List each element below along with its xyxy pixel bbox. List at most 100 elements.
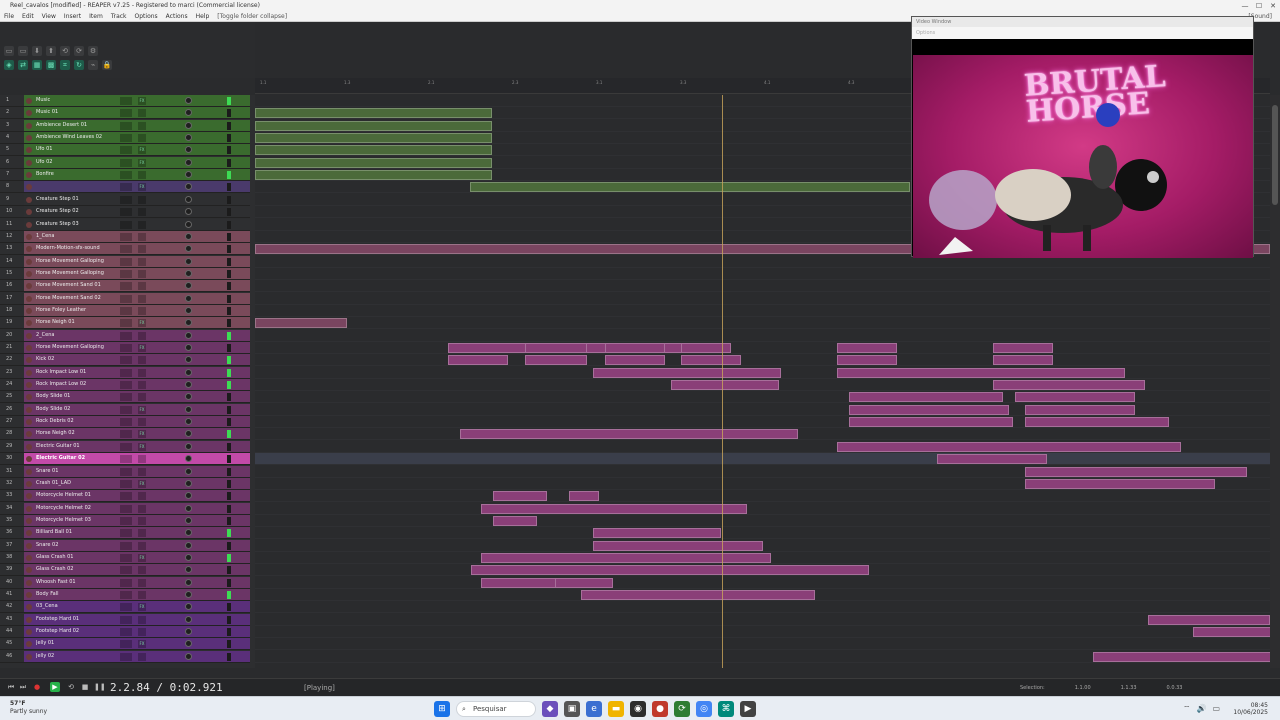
terminal-icon[interactable]: ⌘ xyxy=(718,701,734,717)
media-item[interactable] xyxy=(569,491,599,502)
record-arm-icon[interactable] xyxy=(26,456,32,463)
track-lane[interactable] xyxy=(255,601,1270,614)
track-row[interactable]: 42 03_Cena FX xyxy=(0,601,250,614)
route-button[interactable] xyxy=(120,393,132,402)
media-item[interactable] xyxy=(255,120,492,131)
track-row[interactable]: 16 Horse Movement Sand 01 xyxy=(0,280,250,293)
track-name[interactable]: Electric Guitar 01 xyxy=(36,443,104,449)
track-lane[interactable] xyxy=(255,367,1270,379)
play-button[interactable]: ▶ xyxy=(50,682,60,692)
track-name[interactable]: Rock Debris 02 xyxy=(36,418,104,424)
track-name[interactable]: Rock Impact Low 02 xyxy=(36,381,104,387)
track-lane[interactable] xyxy=(255,305,1270,317)
record-arm-icon[interactable] xyxy=(26,641,32,648)
track-name[interactable]: Jelly 02 xyxy=(36,653,104,659)
route-button[interactable] xyxy=(120,467,132,476)
route-button[interactable] xyxy=(120,109,132,118)
fx-button[interactable] xyxy=(138,467,146,476)
volume-knob[interactable] xyxy=(185,232,192,240)
record-arm-icon[interactable] xyxy=(26,443,32,450)
track-row[interactable]: 30 Electric Guitar 02 xyxy=(0,453,250,466)
record-arm-icon[interactable] xyxy=(26,270,32,277)
track-row[interactable]: 33 Motorcycle Helmet 01 xyxy=(0,490,250,503)
record-arm-icon[interactable] xyxy=(26,246,32,253)
volume-knob[interactable] xyxy=(185,566,192,574)
route-button[interactable] xyxy=(120,257,132,266)
volume-knob[interactable] xyxy=(185,158,192,166)
chrome-icon[interactable]: ◎ xyxy=(696,701,712,717)
track-lane[interactable] xyxy=(255,552,1270,564)
fx-button[interactable] xyxy=(138,578,146,587)
volume-knob[interactable] xyxy=(185,603,192,611)
menu-item[interactable]: File xyxy=(4,12,14,21)
media-item[interactable] xyxy=(605,343,665,353)
volume-knob[interactable] xyxy=(185,146,192,154)
media-item[interactable] xyxy=(671,380,779,391)
selection-start[interactable]: 1.1.00 xyxy=(1075,685,1091,691)
track-row[interactable]: 28 Horse Neigh 02 FX xyxy=(0,428,250,441)
track-row[interactable]: 46 Jelly 02 xyxy=(0,650,250,663)
track-name[interactable]: Glass Crash 01 xyxy=(36,554,104,560)
media-item[interactable] xyxy=(471,565,869,576)
fx-button[interactable]: FX xyxy=(138,405,146,414)
fx-button[interactable] xyxy=(138,356,146,365)
route-button[interactable] xyxy=(120,541,132,550)
record-arm-icon[interactable] xyxy=(26,209,32,216)
track-name[interactable]: Rock Impact Low 01 xyxy=(36,369,104,375)
menu-item[interactable]: Edit xyxy=(22,12,34,21)
volume-knob[interactable] xyxy=(185,516,192,524)
record-arm-icon[interactable] xyxy=(26,517,32,524)
track-lane[interactable] xyxy=(255,577,1270,589)
record-arm-icon[interactable] xyxy=(26,394,32,401)
track-row[interactable]: 32 Crash 01_LAD FX xyxy=(0,477,250,490)
volume-knob[interactable] xyxy=(185,529,192,537)
track-row[interactable]: 12 1_Cena xyxy=(0,230,250,243)
fx-button[interactable] xyxy=(138,529,146,538)
track-row[interactable]: 25 Body Slide 01 xyxy=(0,391,250,404)
route-button[interactable] xyxy=(120,479,132,488)
route-button[interactable] xyxy=(120,183,132,192)
record-arm-icon[interactable] xyxy=(26,653,32,660)
volume-knob[interactable] xyxy=(185,208,192,216)
fx-button[interactable] xyxy=(138,566,146,575)
route-button[interactable] xyxy=(120,269,132,278)
track-row[interactable]: 31 Snare 01 xyxy=(0,465,250,478)
record-arm-icon[interactable] xyxy=(26,110,32,117)
route-button[interactable] xyxy=(120,220,132,229)
fx-button[interactable] xyxy=(138,220,146,229)
track-lane[interactable] xyxy=(255,478,1270,490)
volume-knob[interactable] xyxy=(185,615,192,623)
track-lane[interactable] xyxy=(255,416,1270,429)
media-item[interactable] xyxy=(837,367,1125,378)
track-name[interactable]: Snare 02 xyxy=(36,542,104,548)
track-row[interactable]: 19 Horse Neigh 01 FX xyxy=(0,317,250,330)
track-lane[interactable] xyxy=(255,503,1270,515)
go-to-end-button[interactable]: ⏭ xyxy=(18,682,28,692)
fx-button[interactable] xyxy=(138,516,146,525)
volume-knob[interactable] xyxy=(185,344,192,351)
route-button[interactable] xyxy=(120,652,132,661)
track-row[interactable]: 29 Electric Guitar 01 FX xyxy=(0,440,250,453)
fx-button[interactable]: FX xyxy=(138,97,146,105)
route-button[interactable] xyxy=(120,430,132,439)
media-item[interactable] xyxy=(481,552,771,563)
track-lane[interactable] xyxy=(255,330,1270,342)
track-name[interactable]: Snare 01 xyxy=(36,468,104,474)
route-button[interactable] xyxy=(120,344,132,352)
toolbar-button[interactable]: ▭ xyxy=(18,46,28,56)
media-item[interactable] xyxy=(493,491,547,502)
fx-button[interactable] xyxy=(138,628,146,637)
track-row[interactable]: 13 Modern-Motion-sfx-sound xyxy=(0,243,250,256)
route-button[interactable] xyxy=(120,195,132,204)
track-name[interactable]: 03_Cena xyxy=(36,603,104,609)
track-name[interactable]: Ufo 02 xyxy=(36,159,104,165)
track-row[interactable]: 38 Glass Crash 01 FX xyxy=(0,551,250,564)
track-name[interactable]: Ambience Wind Leaves 02 xyxy=(36,134,104,140)
media-item[interactable] xyxy=(255,318,347,329)
track-row[interactable]: 20 2_Cena xyxy=(0,329,250,342)
menu-item[interactable]: Item xyxy=(89,12,103,21)
track-name[interactable]: Ufo 01 xyxy=(36,146,104,152)
fx-button[interactable] xyxy=(138,615,146,624)
track-row[interactable]: 14 Horse Movement Galloping 01 xyxy=(0,255,250,268)
route-button[interactable] xyxy=(120,171,132,180)
